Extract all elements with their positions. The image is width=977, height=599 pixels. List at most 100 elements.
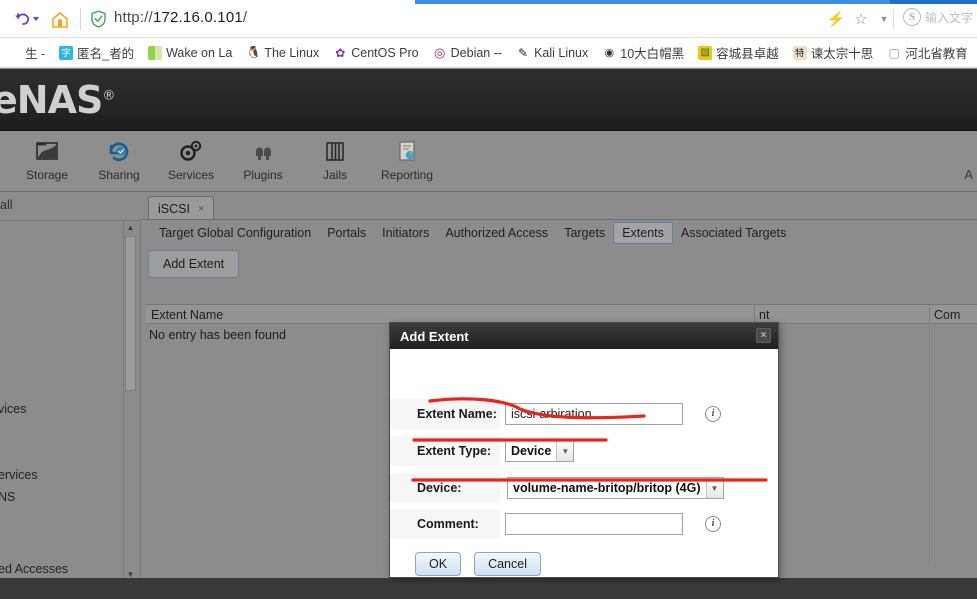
toolbar-item-sharing[interactable]: Sharing [81,135,157,189]
column-divider[interactable] [929,305,930,325]
bookmark-label: The Linux [264,45,320,60]
toolbar-item-storage[interactable]: Storage [9,135,85,189]
bookmark-favicon-icon [7,46,21,60]
bookmark-item[interactable]: Wake on La [141,42,239,64]
subnav-authorized-access[interactable]: Authorized Access [437,223,556,243]
jails-icon [321,135,349,166]
toolbar-label: Storage [25,168,69,182]
field-label-extent-name: Extent Name: [390,399,500,429]
bookmark-item[interactable]: 🐧 The Linux [239,42,326,64]
address-bar[interactable]: http://172.16.0.101/ [114,9,247,26]
freenas-main-toolbar: Storage Sharing Services Plugins Jails R… [0,131,977,192]
bookmark-item[interactable]: ◉ 10大白帽黑 [595,42,691,64]
toolbar-label: Services [167,168,214,182]
url-scheme: http:// [114,9,153,26]
back-dropdown-caret-icon[interactable] [33,17,39,21]
add-extent-button[interactable]: Add Extent [148,250,240,278]
page-bottom-bar [0,578,977,599]
sidebar-item-authorized-accesses-partial[interactable]: ed Accesses [0,562,68,576]
column-header-comment-partial[interactable]: Com [934,308,960,322]
browser-tab-strip-active [890,0,977,4]
sidebar-item-services2-partial[interactable]: ervices [0,468,38,482]
toolbar-item-jails[interactable]: Jails [297,135,373,189]
table-empty-message: No entry has been found [149,328,286,342]
subnav-extents[interactable]: Extents [613,222,673,244]
chevron-down-icon[interactable]: ▼ [705,478,723,498]
extent-type-select[interactable]: Device ▼ [505,440,575,462]
star-icon[interactable]: ☆ [851,10,871,30]
bookmark-item[interactable]: ✎ Kali Linux [509,42,595,64]
field-wrap-comment: i [505,513,721,535]
bookmark-item[interactable]: ▨ 容城县卓越 [691,42,786,64]
chevron-down-icon[interactable]: ▼ [556,441,574,461]
subnav-initiators[interactable]: Initiators [374,223,437,243]
extent-name-input[interactable] [505,403,683,425]
info-icon[interactable]: i [705,406,721,422]
freenas-logo-registered: ® [102,88,115,104]
device-select[interactable]: volume-name-britop/britop (4G) ▼ [507,477,724,499]
home-glyph [52,12,68,28]
bookmark-favicon-icon: 字 [59,45,74,60]
sidebar-scrollbar[interactable]: ▲ ▼ [123,221,136,581]
bookmark-label: CentOS Pro [351,45,419,60]
dialog-title-bar: Add Extent × [390,323,778,349]
subnav-target-global-configuration[interactable]: Target Global Configuration [151,223,319,243]
subnav-associated-targets[interactable]: Associated Targets [673,223,794,243]
bookmark-favicon-icon: ◉ [604,46,615,59]
sidebar-item-services-partial[interactable]: vices [0,402,26,416]
iscsi-subnav: Target Global Configuration Portals Init… [141,220,977,246]
toolbar-divider-right [893,9,894,29]
shield-glyph [91,10,106,28]
bookmark-favicon-icon: ▢ [888,45,900,60]
shield-secure-icon[interactable] [90,10,107,28]
column-header-extent-name[interactable]: Extent Name [151,308,223,322]
bookmark-item[interactable]: ◎ Debian -- [426,42,509,64]
bookmark-favicon-icon: ▨ [698,45,713,60]
freenas-logo: eNAS® [0,78,115,122]
lightning-icon[interactable]: ⚡ [826,10,846,30]
device-value: volume-name-britop/britop (4G) [513,481,701,495]
subnav-portals[interactable]: Portals [319,223,374,243]
column-header-extent-partial[interactable]: nt [759,308,769,322]
url-path: / [242,9,248,26]
field-label-extent-type: Extent Type: [390,436,500,466]
freenas-header: eNAS® [0,69,977,131]
sidebar: all vices ervices NS ed Accesses ▲ ▼ [0,192,141,599]
field-label-device: Device: [390,473,500,503]
grid-vline [929,324,930,564]
chevron-down-icon[interactable]: ▼ [874,10,894,30]
sogou-logo-icon: S [903,8,921,26]
form-row-comment: Comment: i [390,509,780,539]
scrollbar-thumb[interactable] [125,236,136,391]
bookmark-item[interactable]: ✿ CentOS Pro [326,42,425,64]
dialog-buttons: OK Cancel [415,552,541,576]
bookmark-item[interactable]: 字 匿名_者的 [52,42,141,64]
bookmark-label: Debian -- [450,45,503,60]
sogou-search-box[interactable]: S 输入文字 [903,8,973,26]
home-icon[interactable] [49,9,71,30]
field-wrap-device: volume-name-britop/britop (4G) ▼ [507,477,724,499]
bookmark-favicon-icon: 🐧 [246,45,261,59]
toolbar-right-partial-label: A [964,167,973,182]
subnav-targets[interactable]: Targets [556,223,613,243]
cancel-button[interactable]: Cancel [474,552,541,576]
toolbar-item-reporting[interactable]: Reporting [369,135,445,189]
bookmark-item[interactable]: ▢ 河北省教育 [880,42,975,64]
plugins-icon [249,135,277,166]
toolbar-item-services[interactable]: Services [153,135,229,189]
info-icon[interactable]: i [705,516,721,532]
bookmark-item[interactable]: 生 - [0,42,52,64]
url-host: 172.16.0.101 [152,9,243,26]
close-icon[interactable]: × [198,203,204,215]
comment-input[interactable] [505,513,683,535]
toolbar-item-plugins[interactable]: Plugins [225,135,301,189]
app-tab-label: iSCSI [158,201,190,216]
form-row-extent-type: Extent Type: Device ▼ [390,436,780,466]
scroll-up-arrow-icon[interactable]: ▲ [124,221,137,234]
app-tab-iscsi[interactable]: iSCSI × [148,196,215,220]
bookmark-item[interactable]: 特 谏太宗十思 [786,42,881,64]
sharing-icon [105,135,133,166]
close-icon[interactable]: × [756,328,771,343]
ok-button[interactable]: OK [415,552,462,576]
sidebar-item-dns-partial[interactable]: NS [0,490,15,504]
